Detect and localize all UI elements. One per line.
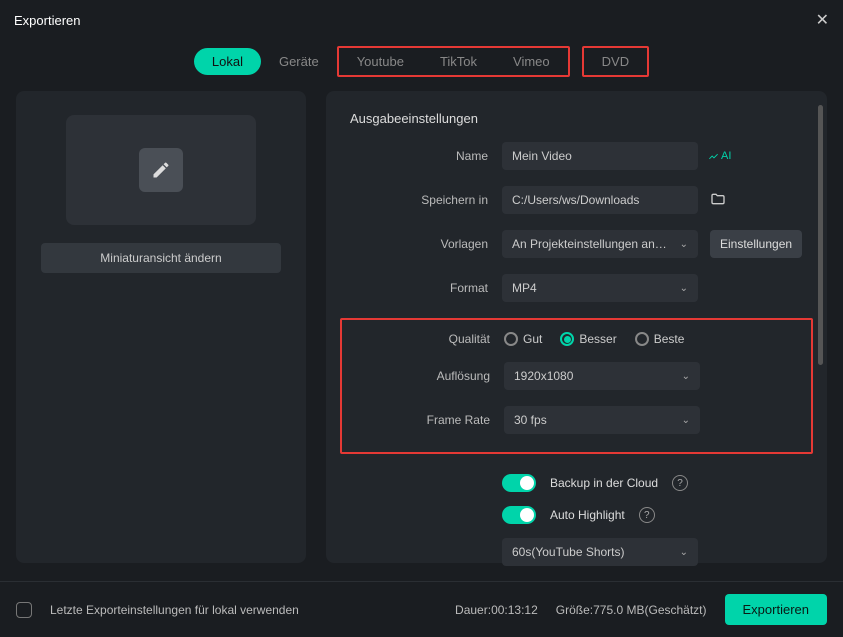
backup-label: Backup in der Cloud [550,476,658,490]
duration-info: Dauer:00:13:12 [455,603,538,617]
framerate-select[interactable]: 30 fps ⌄ [504,406,700,434]
shorts-value: 60s(YouTube Shorts) [512,545,625,559]
resolution-label: Auflösung [352,369,504,383]
resolution-select[interactable]: 1920x1080 ⌄ [504,362,700,390]
window-title: Exportieren [14,13,80,28]
quality-better-label: Besser [579,332,616,346]
quality-best-label: Beste [654,332,685,346]
save-path-input[interactable] [502,186,698,214]
chevron-down-icon: ⌄ [680,283,688,294]
ai-badge[interactable]: AI [708,150,731,162]
tab-youtube[interactable]: Youtube [339,48,422,75]
tab-tiktok[interactable]: TikTok [422,48,495,75]
settings-button[interactable]: Einstellungen [710,230,802,258]
quality-label: Qualität [352,332,504,346]
thumbnail-preview [66,115,256,225]
chevron-down-icon: ⌄ [680,239,688,250]
reuse-settings-label: Letzte Exporteinstellungen für lokal ver… [50,603,299,617]
tab-geraete[interactable]: Geräte [261,48,337,75]
format-value: MP4 [512,281,537,295]
name-label: Name [350,149,502,163]
chevron-down-icon: ⌄ [680,547,688,558]
size-info: Größe:775.0 MB(Geschätzt) [556,603,707,617]
name-input[interactable] [502,142,698,170]
edit-icon[interactable] [139,148,183,192]
help-icon[interactable]: ? [639,507,655,523]
highlight-label: Auto Highlight [550,508,625,522]
tab-dvd[interactable]: DVD [584,48,647,75]
resolution-value: 1920x1080 [514,369,573,383]
tab-lokal[interactable]: Lokal [194,48,261,75]
format-label: Format [350,281,502,295]
quality-good-radio[interactable]: Gut [504,332,542,346]
close-icon[interactable]: ✕ [816,10,829,30]
left-panel: Miniaturansicht ändern [16,91,306,563]
scrollbar[interactable] [818,105,823,365]
footer: Letzte Exporteinstellungen für lokal ver… [0,581,843,637]
format-select[interactable]: MP4 ⌄ [502,274,698,302]
quality-good-label: Gut [523,332,542,346]
framerate-value: 30 fps [514,413,547,427]
folder-icon[interactable] [710,191,726,210]
templates-label: Vorlagen [350,237,502,251]
right-panel: Ausgabeeinstellungen Name AI Speichern i… [326,91,827,563]
save-label: Speichern in [350,193,502,207]
framerate-label: Frame Rate [352,413,504,427]
export-tabs: Lokal Geräte Youtube TikTok Vimeo DVD [0,46,843,77]
backup-toggle[interactable] [502,474,536,492]
help-icon[interactable]: ? [672,475,688,491]
shorts-select[interactable]: 60s(YouTube Shorts) ⌄ [502,538,698,566]
export-button[interactable]: Exportieren [725,594,827,625]
highlight-toggle[interactable] [502,506,536,524]
quality-best-radio[interactable]: Beste [635,332,685,346]
templates-select[interactable]: An Projekteinstellungen anpassen ⌄ [502,230,698,258]
highlighted-region: Qualität Gut Besser Beste Auflösung 1920… [340,318,813,454]
change-thumbnail-button[interactable]: Miniaturansicht ändern [41,243,281,273]
chevron-down-icon: ⌄ [682,415,690,426]
templates-value: An Projekteinstellungen anpassen [512,237,672,251]
quality-better-radio[interactable]: Besser [560,332,616,346]
output-settings-title: Ausgabeeinstellungen [350,111,803,126]
chevron-down-icon: ⌄ [682,371,690,382]
ai-badge-text: AI [721,150,731,162]
reuse-settings-checkbox[interactable] [16,602,32,618]
tab-vimeo[interactable]: Vimeo [495,48,568,75]
